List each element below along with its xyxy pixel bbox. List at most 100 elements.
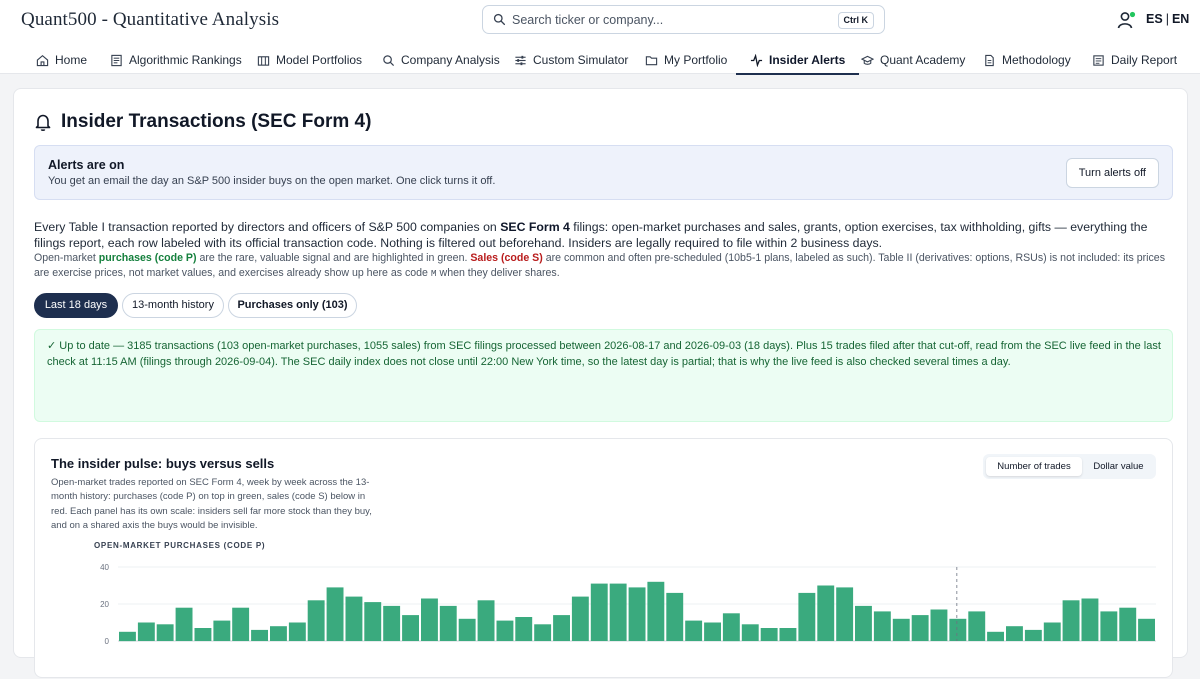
purchase-bar[interactable] (175, 607, 193, 641)
nav-home[interactable]: Home (36, 46, 87, 74)
purchases-panel-label: OPEN-MARKET PURCHASES (CODE P) (94, 541, 266, 550)
nav-model-portfolios[interactable]: Model Portfolios (257, 46, 362, 74)
purchase-bar[interactable] (1024, 629, 1042, 641)
purchase-bar[interactable] (685, 620, 703, 641)
data-status-text: ✓ Up to date — 3185 transactions (103 op… (47, 340, 1161, 368)
nav-home-label: Home (55, 53, 88, 67)
document-icon (985, 54, 994, 66)
purchase-bar[interactable] (930, 609, 948, 642)
main-nav: Home Algorithmic Rankings Model Portfoli… (0, 46, 1200, 75)
purchase-bar[interactable] (402, 615, 419, 641)
purchase-bar[interactable] (987, 631, 1004, 642)
purchase-bar[interactable] (1062, 600, 1080, 641)
purchase-bar[interactable] (590, 583, 608, 641)
purchase-bar[interactable] (270, 626, 287, 641)
purchase-bar[interactable] (817, 585, 835, 642)
purchase-bar[interactable] (1119, 607, 1137, 641)
y-tick-label: 40 (100, 563, 109, 572)
purchase-bar[interactable] (439, 605, 457, 641)
nav-insider-alerts[interactable]: Insider Alerts (735, 46, 860, 75)
purchase-bar[interactable] (307, 600, 325, 641)
purchase-bar[interactable] (741, 624, 759, 641)
purchase-bar[interactable] (1081, 598, 1099, 642)
tab-last-18-days[interactable]: Last 18 days (34, 293, 118, 318)
tab-purchases-only[interactable]: Purchases only (103) (228, 293, 357, 318)
purchase-bar[interactable] (232, 607, 250, 641)
graduation-cap-icon (861, 55, 874, 65)
purchase-bar[interactable] (515, 617, 533, 641)
purchase-bar[interactable] (534, 624, 552, 641)
description-paragraph: Every Table I transaction reported by di… (34, 219, 1174, 251)
purchase-bar[interactable] (326, 587, 344, 641)
purchase-bar[interactable] (119, 631, 136, 642)
purchase-bar[interactable] (383, 605, 401, 641)
nav-custom-simulator[interactable]: Custom Simulator (514, 46, 628, 74)
purchase-bar[interactable] (968, 611, 986, 641)
purchase-bar[interactable] (911, 615, 929, 641)
metric-toggle: Number of trades Dollar value (983, 454, 1156, 479)
purchase-bar[interactable] (892, 618, 910, 641)
purchase-bar[interactable] (194, 628, 212, 641)
purchase-bar[interactable] (571, 596, 589, 641)
tab-13-month-history[interactable]: 13-month history (122, 293, 224, 318)
purchase-bar[interactable] (1043, 622, 1061, 642)
purchase-bar[interactable] (722, 613, 740, 642)
lang-es[interactable]: ES (1146, 12, 1163, 26)
language-switcher[interactable]: ES | EN (1146, 12, 1189, 26)
purchase-bar[interactable] (364, 602, 382, 641)
purchase-bar[interactable] (458, 618, 476, 641)
nav-methodology[interactable]: Methodology (983, 46, 1071, 74)
search-icon (493, 13, 506, 26)
purchase-bar[interactable] (137, 622, 155, 642)
purchase-bar[interactable] (798, 592, 816, 641)
search-box[interactable]: Search ticker or company... Ctrl K (482, 5, 885, 34)
purchase-bar[interactable] (1100, 611, 1118, 641)
purchase-bar[interactable] (1006, 626, 1023, 641)
activity-icon (750, 53, 763, 67)
lang-en[interactable]: EN (1172, 12, 1189, 26)
toggle-dollar-value[interactable]: Dollar value (1084, 457, 1153, 476)
user-account-icon[interactable] (1117, 11, 1137, 29)
insider-pulse-card: The insider pulse: buys versus sells Ope… (34, 438, 1173, 678)
ranking-icon (111, 54, 122, 66)
nav-algorithmic-rankings[interactable]: Algorithmic Rankings (110, 46, 242, 74)
purchase-bar[interactable] (949, 618, 967, 641)
purchase-bar[interactable] (421, 598, 438, 642)
purchase-bar[interactable] (553, 615, 570, 641)
alerts-status-box: Alerts are on You get an email the day a… (34, 145, 1173, 200)
purchase-bar[interactable] (855, 605, 872, 641)
nav-daily-report[interactable]: Daily Report (1092, 46, 1177, 74)
purchase-bar[interactable] (496, 620, 514, 641)
nav-company-analysis[interactable]: Company Analysis (382, 46, 500, 74)
purchase-bar[interactable] (666, 592, 684, 641)
purchase-bar[interactable] (873, 611, 891, 641)
purchase-bar[interactable] (156, 624, 174, 641)
purchases-bar-chart: 0 20 40 (100, 563, 1156, 646)
nav-algorithmic-rankings-label: Algorithmic Rankings (129, 53, 242, 67)
purchase-bar[interactable] (760, 628, 778, 641)
app-title[interactable]: Quant500 - Quantitative Analysis (21, 9, 279, 31)
nav-quant-academy[interactable]: Quant Academy (861, 46, 965, 74)
search-input[interactable]: Search ticker or company... (512, 13, 663, 27)
top-bar: Quant500 - Quantitative Analysis Search … (0, 0, 1200, 46)
purchase-bar[interactable] (345, 596, 363, 641)
purchase-bar[interactable] (213, 620, 231, 641)
purchase-bar[interactable] (477, 600, 495, 641)
turn-alerts-off-button[interactable]: Turn alerts off (1065, 158, 1159, 188)
purchase-bar[interactable] (779, 628, 797, 641)
purchase-bar[interactable] (647, 581, 665, 641)
purchase-bar[interactable] (628, 587, 646, 641)
purchase-bar[interactable] (836, 587, 854, 641)
purchases-highlight: purchases (code P) (98, 252, 197, 264)
purchase-bar[interactable] (704, 622, 721, 642)
purchase-bar[interactable] (1138, 618, 1155, 641)
alerts-title: Alerts are on (48, 158, 125, 172)
nav-my-portfolio[interactable]: My Portfolio (645, 46, 727, 74)
toggle-number-of-trades[interactable]: Number of trades (986, 457, 1082, 476)
signal-explanation: Open-market purchases (code P) are the r… (34, 251, 1174, 281)
purchase-bar[interactable] (609, 583, 627, 641)
purchase-bar[interactable] (288, 622, 306, 642)
y-tick-label: 0 (105, 637, 110, 646)
purchase-bar[interactable] (251, 629, 268, 641)
desc1-part1: Every Table I transaction reported by di… (34, 220, 501, 234)
